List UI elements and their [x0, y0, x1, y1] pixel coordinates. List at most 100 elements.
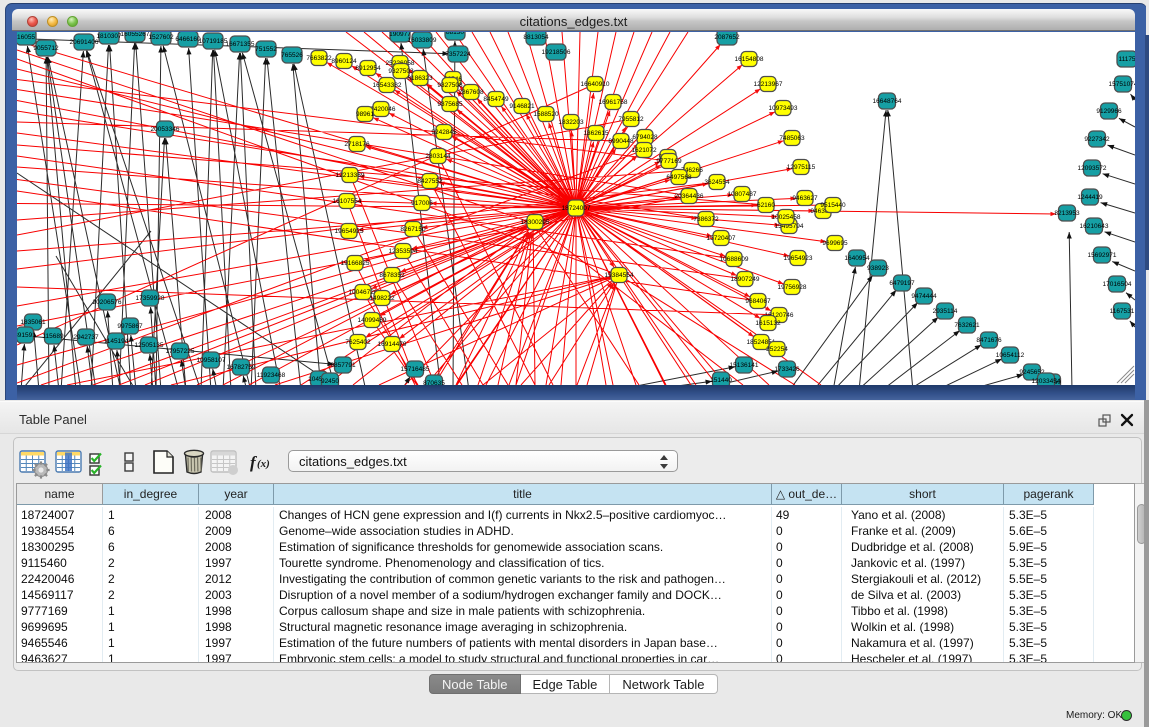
svg-text:9227342: 9227342	[1084, 136, 1110, 143]
svg-text:9699695: 9699695	[822, 240, 848, 247]
svg-text:6479197: 6479197	[889, 280, 915, 287]
svg-text:16055: 16055	[17, 34, 35, 41]
svg-text:115689: 115689	[42, 333, 64, 340]
svg-text:1498222: 1498222	[369, 295, 395, 302]
svg-text:20691406: 20691406	[70, 39, 99, 46]
svg-text:1835061: 1835061	[20, 319, 46, 326]
svg-text:16107554: 16107554	[333, 198, 362, 205]
svg-text:11923468: 11923468	[257, 372, 286, 379]
svg-text:8813054: 8813054	[523, 34, 549, 41]
svg-text:15716485: 15716485	[401, 366, 430, 373]
svg-text:7663822: 7663822	[306, 55, 332, 62]
svg-text:16640910: 16640910	[581, 81, 610, 88]
svg-text:9515440: 9515440	[820, 202, 846, 209]
svg-text:9242845: 9242845	[431, 129, 457, 136]
svg-text:765526: 765526	[281, 52, 303, 59]
svg-text:8990448: 8990448	[608, 138, 634, 145]
svg-text:16648764: 16648764	[873, 98, 902, 105]
svg-text:12213967: 12213967	[754, 81, 783, 88]
svg-text:17359928: 17359928	[136, 295, 165, 302]
svg-text:8960124: 8960124	[331, 58, 357, 65]
svg-text:15720407: 15720407	[707, 235, 736, 242]
svg-text:1615132: 1615132	[755, 320, 781, 327]
svg-text:12505135: 12505135	[135, 342, 164, 349]
svg-text:917006: 917006	[411, 200, 433, 207]
svg-text:7625402: 7625402	[345, 339, 371, 346]
svg-text:10025458: 10025458	[772, 214, 801, 221]
svg-text:18724007: 18724007	[562, 205, 591, 212]
svg-text:8454749: 8454749	[483, 96, 509, 103]
svg-text:1810307: 1810307	[96, 33, 122, 40]
svg-text:10973493: 10973493	[769, 105, 798, 112]
svg-text:9327503: 9327503	[388, 68, 414, 75]
svg-text:19384554: 19384554	[605, 272, 634, 279]
svg-text:2942737: 2942737	[73, 334, 99, 341]
svg-text:2718176: 2718176	[344, 141, 370, 148]
svg-text:1733426: 1733426	[774, 366, 800, 373]
svg-text:751552: 751552	[255, 46, 277, 53]
svg-text:6497568: 6497568	[666, 174, 692, 181]
svg-text:12093572: 12093572	[1078, 165, 1107, 172]
svg-text:18907249: 18907249	[731, 276, 760, 283]
svg-text:14099489: 14099489	[358, 317, 387, 324]
svg-text:2935114: 2935114	[933, 308, 958, 315]
svg-text:9055712: 9055712	[33, 45, 59, 52]
svg-text:1621072: 1621072	[631, 147, 657, 154]
svg-text:1640954: 1640954	[844, 255, 870, 262]
svg-text:9474444: 9474444	[911, 293, 937, 300]
svg-text:9857791: 9857791	[330, 362, 356, 369]
svg-text:16154808: 16154808	[735, 56, 764, 63]
svg-text:7485063: 7485063	[779, 135, 805, 142]
svg-text:8267150: 8267150	[400, 226, 426, 233]
svg-text:9777169: 9777169	[656, 158, 682, 165]
svg-text:12975115: 12975115	[787, 164, 816, 171]
svg-text:15751074: 15751074	[1109, 81, 1135, 88]
svg-text:2867608: 2867608	[458, 89, 484, 96]
svg-text:1362615: 1362615	[583, 130, 609, 137]
svg-text:16671355: 16671355	[226, 41, 255, 48]
svg-text:20206576: 20206576	[93, 299, 122, 306]
svg-text:16033809: 16033809	[408, 37, 437, 44]
svg-text:8912954: 8912954	[355, 65, 381, 72]
svg-text:9129966: 9129966	[1096, 108, 1122, 115]
svg-text:151440: 151440	[710, 377, 732, 384]
svg-text:16210643: 16210643	[1080, 223, 1109, 230]
svg-text:62160: 62160	[757, 202, 775, 209]
svg-text:7357224: 7357224	[445, 51, 471, 58]
svg-text:391591: 391591	[17, 332, 36, 339]
svg-text:20053346: 20053346	[151, 126, 180, 133]
svg-text:9146821: 9146821	[509, 103, 535, 110]
svg-text:19654923: 19654923	[784, 255, 813, 262]
svg-text:92450: 92450	[321, 378, 339, 385]
svg-text:8471676: 8471676	[976, 337, 1002, 344]
svg-text:16782759: 16782759	[227, 364, 256, 371]
svg-text:1527602: 1527602	[148, 34, 174, 41]
svg-text:12033454: 12033454	[1032, 378, 1061, 385]
svg-text:10654112: 10654112	[996, 352, 1025, 359]
svg-text:11175: 11175	[1118, 56, 1135, 63]
svg-text:(x): (x)	[257, 458, 270, 470]
svg-text:10807487: 10807487	[728, 191, 757, 198]
svg-text:1145194: 1145194	[104, 338, 129, 345]
svg-text:9327508: 9327508	[437, 82, 463, 89]
svg-text:19218506: 19218506	[542, 49, 571, 56]
svg-text:2087652: 2087652	[714, 34, 740, 41]
svg-text:7632621: 7632621	[954, 322, 980, 329]
svg-text:9975867: 9975867	[117, 323, 143, 330]
svg-text:16914479: 16914479	[378, 341, 407, 348]
svg-text:16055267: 16055267	[121, 32, 150, 38]
svg-text:17957225: 17957225	[166, 348, 195, 355]
svg-text:7955812: 7955812	[618, 116, 644, 123]
svg-text:8186323: 8186323	[407, 75, 433, 82]
svg-text:1244419: 1244419	[1077, 194, 1103, 201]
svg-text:9463627: 9463627	[792, 195, 818, 202]
svg-text:9684067: 9684067	[745, 298, 771, 305]
svg-text:2803144: 2803144	[425, 153, 451, 160]
svg-text:17016504: 17016504	[1103, 281, 1132, 288]
svg-text:10719185: 10719185	[199, 38, 228, 45]
svg-text:1832203: 1832203	[558, 119, 584, 126]
svg-text:18300295: 18300295	[521, 219, 550, 226]
svg-text:12213389: 12213389	[336, 172, 365, 179]
svg-text:15692971: 15692971	[1088, 252, 1117, 259]
svg-text:938923: 938923	[867, 265, 889, 272]
